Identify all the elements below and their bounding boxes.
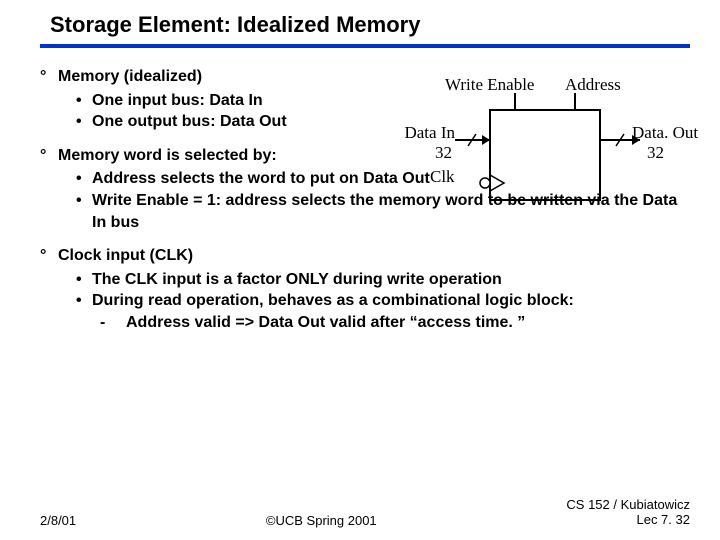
footer-date: 2/8/01 bbox=[40, 513, 76, 528]
bullet-degree: ° bbox=[40, 145, 58, 167]
bullet-degree: ° bbox=[40, 245, 58, 267]
bullet-text: During read operation, behaves as a comb… bbox=[92, 290, 574, 312]
footer-lecture: Lec 7. 32 bbox=[636, 512, 690, 527]
memory-diagram: Write Enable Address Data In 32 Clk Data… bbox=[400, 75, 700, 210]
bullet-dot: • bbox=[76, 190, 92, 233]
label-write-enable: Write Enable bbox=[445, 75, 534, 95]
bullet-dot: • bbox=[76, 269, 92, 291]
bullet-dot: • bbox=[76, 111, 92, 133]
bullet-text: One output bus: Data Out bbox=[92, 111, 287, 133]
bullet-text: Address selects the word to put on Data … bbox=[92, 168, 430, 190]
bullet-text: Clock input (CLK) bbox=[58, 245, 193, 267]
label-data-out-bits: 32 bbox=[647, 143, 664, 163]
label-address: Address bbox=[565, 75, 621, 95]
footer: 2/8/01 ©UCB Spring 2001 CS 152 / Kubiato… bbox=[0, 497, 720, 528]
footer-course: CS 152 / Kubiatowicz bbox=[566, 497, 690, 512]
label-clk: Clk bbox=[430, 167, 455, 187]
footer-copyright: ©UCB Spring 2001 bbox=[266, 513, 377, 528]
bullet-text: Address valid => Data Out valid after “a… bbox=[126, 312, 525, 334]
slide-title: Storage Element: Idealized Memory bbox=[50, 12, 720, 38]
bullet-dot: • bbox=[76, 168, 92, 190]
bullet-text: Memory (idealized) bbox=[58, 66, 202, 88]
bullet-dot: • bbox=[76, 290, 92, 312]
label-data-out: Data. Out bbox=[632, 123, 698, 143]
bullet-text: The CLK input is a factor ONLY during wr… bbox=[92, 269, 502, 291]
label-data-in: Data In bbox=[400, 123, 455, 143]
bullet-text: One input bus: Data In bbox=[92, 90, 263, 112]
bullet-dash: - bbox=[100, 312, 116, 334]
bullet-text: Memory word is selected by: bbox=[58, 145, 277, 167]
bullet-degree: ° bbox=[40, 66, 58, 88]
label-data-in-bits: 32 bbox=[435, 143, 452, 163]
bullet-dot: • bbox=[76, 90, 92, 112]
